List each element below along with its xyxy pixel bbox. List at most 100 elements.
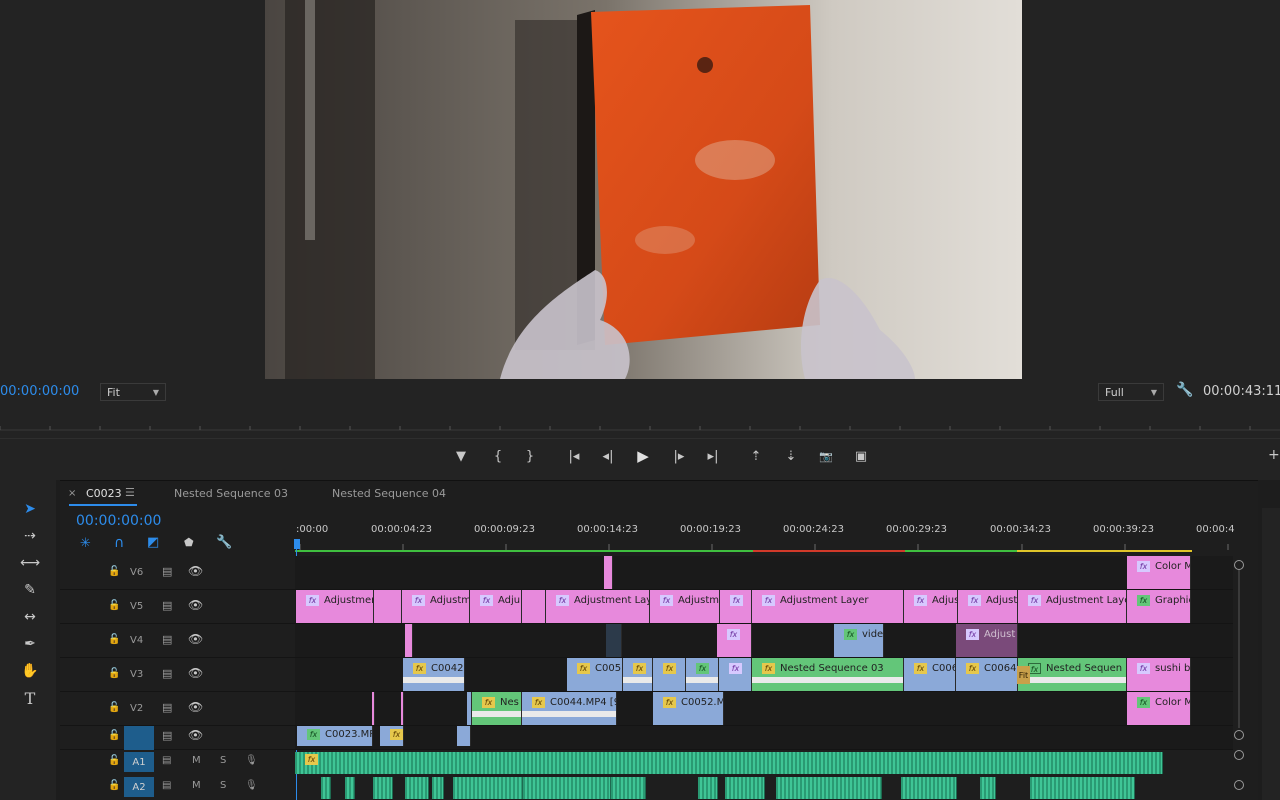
audio-zoom-handle-top[interactable] [1234,750,1244,760]
clip[interactable]: fx [720,590,752,623]
lift-button[interactable]: ⇡ [746,446,766,466]
clip[interactable]: fx [623,658,653,691]
step-forward-button[interactable]: |▸ [669,446,689,466]
clip[interactable]: fx Adjustment Layer [1018,590,1127,623]
timeline-timecode[interactable]: 00:00:00:00 [76,513,161,529]
close-tab-icon[interactable]: × [68,488,76,499]
clip[interactable]: fx [686,658,719,691]
lock-icon[interactable]: 🔓 [108,730,120,741]
tab-nested-sequence-03[interactable]: Nested Sequence 03 [174,487,288,500]
solo-button[interactable]: S [220,755,226,766]
sync-lock-icon[interactable]: ▤ [162,599,172,612]
clip[interactable]: fx C0051 [567,658,623,691]
timeline-settings-wrench-icon[interactable]: 🔧 [216,535,232,550]
tab-c0023[interactable]: C0023 [86,487,122,500]
extract-button[interactable]: ⇣ [781,446,801,466]
razor-tool-icon[interactable]: ✎ [18,579,42,601]
clip[interactable]: fx Nested Sequen [1018,658,1127,691]
lock-icon[interactable]: 🔓 [108,668,120,679]
track-header-a1[interactable]: 🔓 A1 ▤ M S 🎙 [60,750,295,774]
clip[interactable]: fx Adjustment Layer [752,590,904,623]
clip[interactable]: fx C0064. [956,658,1018,691]
audio-clip[interactable] [776,777,882,799]
clip[interactable]: fx Nes [472,692,522,725]
audio-clip[interactable] [321,777,331,799]
clip[interactable]: fx C0052.M [653,692,724,725]
clip[interactable]: fx C0042. [403,658,465,691]
lock-icon[interactable]: 🔓 [108,702,120,713]
video-preview[interactable] [265,0,1022,379]
track-header-a2[interactable]: 🔓 A2 ▤ M S 🎙 [60,775,295,799]
clip[interactable]: fx Adju [470,590,522,623]
clip[interactable]: fx [719,658,752,691]
eye-icon[interactable]: 👁 [188,598,203,612]
clip[interactable]: fx vide [834,624,884,657]
track-v1[interactable] [295,726,1233,750]
monitor-scrub-ruler[interactable] [0,410,1280,438]
track-a1[interactable]: fx [295,750,1165,774]
playhead-handle[interactable] [294,539,300,549]
audio-clip[interactable] [345,777,355,799]
track-target-a1[interactable]: A1 [124,752,154,772]
audio-clip[interactable] [295,752,1163,774]
hand-tool-icon[interactable]: ✋ [18,660,42,682]
track-header-v1[interactable]: 🔓 ▤ 👁 [60,726,295,750]
track-select-tool-icon[interactable]: ⇢ [18,525,42,547]
eye-icon[interactable]: 👁 [188,564,203,578]
microphone-icon[interactable]: 🎙 [245,780,258,791]
add-button-icon[interactable]: + [1268,447,1280,463]
track-header-v3[interactable]: 🔓 V3 ▤ 👁 [60,658,295,692]
clip[interactable] [374,590,402,623]
lock-icon[interactable]: 🔓 [108,755,120,766]
mark-in-button[interactable]: { [488,446,508,466]
sync-lock-icon[interactable]: ▤ [162,565,172,578]
go-to-out-button[interactable]: ▸| [703,446,723,466]
audio-clip[interactable] [432,777,444,799]
export-frame-button[interactable]: 📷 [816,446,836,466]
clip[interactable]: fx [717,624,752,657]
clip[interactable]: fx Adjust [958,590,1018,623]
vertical-zoom-handle-bottom[interactable] [1234,730,1244,740]
quality-select[interactable]: Full ▼ [1098,383,1164,401]
vertical-zoom-handle-top[interactable] [1234,560,1244,570]
add-marker-icon[interactable]: ⬟ [184,536,194,549]
zoom-select[interactable]: Fit ▼ [100,383,166,401]
clip[interactable]: fx Adjustment [296,590,374,623]
step-back-button[interactable]: ◂| [598,446,618,466]
go-to-in-button[interactable]: |◂ [564,446,584,466]
audio-clip[interactable] [901,777,957,799]
play-button[interactable]: ▶ [633,446,653,466]
audio-clip[interactable] [1030,777,1135,799]
mute-button[interactable]: M [192,780,201,791]
eye-icon[interactable]: 👁 [188,728,203,742]
tab-nested-sequence-04[interactable]: Nested Sequence 04 [332,487,446,500]
track-v4[interactable] [295,624,1233,658]
pen-tool-icon[interactable]: ✒ [18,633,42,655]
clip[interactable]: fx Nested Sequence 03 [752,658,904,691]
clip[interactable] [604,556,613,589]
sync-lock-icon[interactable]: ▤ [162,633,172,646]
audio-clip[interactable] [611,777,646,799]
clip[interactable] [606,624,622,657]
track-header-v4[interactable]: 🔓 V4 ▤ 👁 [60,624,295,658]
track-target-v1[interactable] [124,726,154,750]
audio-zoom-handle-bottom[interactable] [1234,780,1244,790]
tab-menu-icon[interactable]: ☰ [125,486,135,499]
clip[interactable]: fx Graphic [1127,590,1191,623]
clip[interactable]: fx [653,658,686,691]
settings-wrench-icon[interactable]: 🔧 [1176,382,1193,398]
sync-lock-icon[interactable]: ▤ [162,780,171,791]
comparison-view-button[interactable]: ▣ [851,446,871,466]
audio-clip[interactable] [725,777,765,799]
clip[interactable] [405,624,413,657]
clip[interactable] [372,692,375,725]
vertical-scrollbar[interactable] [1238,570,1240,728]
clip[interactable] [457,726,471,746]
lock-icon[interactable]: 🔓 [108,634,120,645]
track-header-v6[interactable]: 🔓 V6 ▤ 👁 [60,556,295,590]
sync-lock-icon[interactable]: ▤ [162,701,172,714]
clip[interactable]: fx Adjustm [402,590,470,623]
microphone-icon[interactable]: 🎙 [245,755,258,766]
track-v6[interactable] [295,556,1233,590]
slip-tool-icon[interactable]: ↔ [18,606,42,628]
